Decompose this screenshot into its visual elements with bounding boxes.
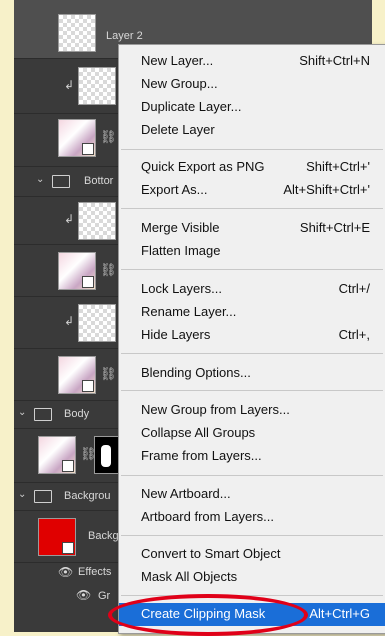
menu-item-new-artboard[interactable]: New Artboard... — [119, 483, 385, 506]
clip-arrow-icon: ↲ — [64, 78, 75, 92]
annotation-highlight-ring — [108, 594, 308, 636]
layer-name: Gr — [98, 590, 111, 602]
context-menu: New Layer... Shift+Ctrl+N New Group... Du… — [118, 44, 385, 634]
menu-item-quick-export-png[interactable]: Quick Export as PNG Shift+Ctrl+' — [119, 156, 385, 179]
folder-icon — [34, 490, 52, 503]
smart-object-icon — [82, 143, 94, 155]
layer-name: Body — [64, 408, 90, 420]
clip-arrow-icon: ↲ — [64, 314, 75, 328]
menu-item-rename-layer[interactable]: Rename Layer... — [119, 301, 385, 324]
chevron-down-icon[interactable]: ⌄ — [18, 407, 26, 418]
smart-object-icon — [82, 380, 94, 392]
menu-item-artboard-from-layers[interactable]: Artboard from Layers... — [119, 506, 385, 529]
menu-separator — [121, 269, 383, 270]
folder-icon — [34, 408, 52, 421]
menu-item-blending-options[interactable]: Blending Options... — [119, 362, 385, 385]
menu-item-duplicate-layer[interactable]: Duplicate Layer... — [119, 96, 385, 119]
fill-layer-icon — [62, 542, 74, 554]
menu-item-frame-from-layers[interactable]: Frame from Layers... — [119, 445, 385, 468]
menu-item-new-group[interactable]: New Group... — [119, 73, 385, 96]
smart-object-icon — [82, 276, 94, 288]
menu-item-export-as[interactable]: Export As... Alt+Shift+Ctrl+' — [119, 179, 385, 202]
layer-thumbnail — [58, 14, 96, 52]
eye-icon[interactable]: 👁 — [76, 588, 91, 602]
layer-name: Effects — [78, 566, 112, 578]
menu-item-mask-all-objects[interactable]: Mask All Objects — [119, 566, 385, 589]
layer-name: Backgrou — [64, 490, 111, 502]
menu-separator — [121, 208, 383, 209]
menu-item-delete-layer[interactable]: Delete Layer — [119, 119, 385, 142]
menu-item-merge-visible[interactable]: Merge Visible Shift+Ctrl+E — [119, 217, 385, 240]
menu-separator — [121, 353, 383, 354]
layer-name: Layer 2 — [106, 30, 143, 42]
menu-item-convert-to-smart-object[interactable]: Convert to Smart Object — [119, 543, 385, 566]
layer-mask-thumbnail — [94, 436, 120, 474]
layer-name: Backg — [88, 530, 119, 542]
chain-link-icon: ⛓ — [100, 129, 117, 144]
menu-separator — [121, 475, 383, 476]
layer-thumbnail — [78, 304, 116, 342]
menu-item-collapse-all-groups[interactable]: Collapse All Groups — [119, 422, 385, 445]
chain-link-icon: ⛓ — [100, 262, 117, 277]
menu-item-new-group-from-layers[interactable]: New Group from Layers... — [119, 399, 385, 422]
menu-separator — [121, 535, 383, 536]
smart-object-icon — [62, 460, 74, 472]
layer-name: Bottor — [84, 175, 114, 187]
chevron-down-icon[interactable]: ⌄ — [18, 489, 26, 500]
menu-separator — [121, 149, 383, 150]
folder-icon — [52, 175, 70, 188]
menu-item-hide-layers[interactable]: Hide Layers Ctrl+, — [119, 324, 385, 347]
menu-separator — [121, 390, 383, 391]
eye-icon[interactable]: 👁 — [58, 565, 73, 579]
menu-item-new-layer[interactable]: New Layer... Shift+Ctrl+N — [119, 50, 385, 73]
layer-thumbnail — [78, 202, 116, 240]
chain-link-icon: ⛓ — [100, 366, 117, 381]
menu-item-flatten-image[interactable]: Flatten Image — [119, 240, 385, 263]
clip-arrow-icon: ↲ — [64, 212, 75, 226]
layer-thumbnail — [78, 67, 116, 105]
chevron-down-icon[interactable]: ⌄ — [36, 174, 44, 185]
menu-item-lock-layers[interactable]: Lock Layers... Ctrl+/ — [119, 278, 385, 301]
